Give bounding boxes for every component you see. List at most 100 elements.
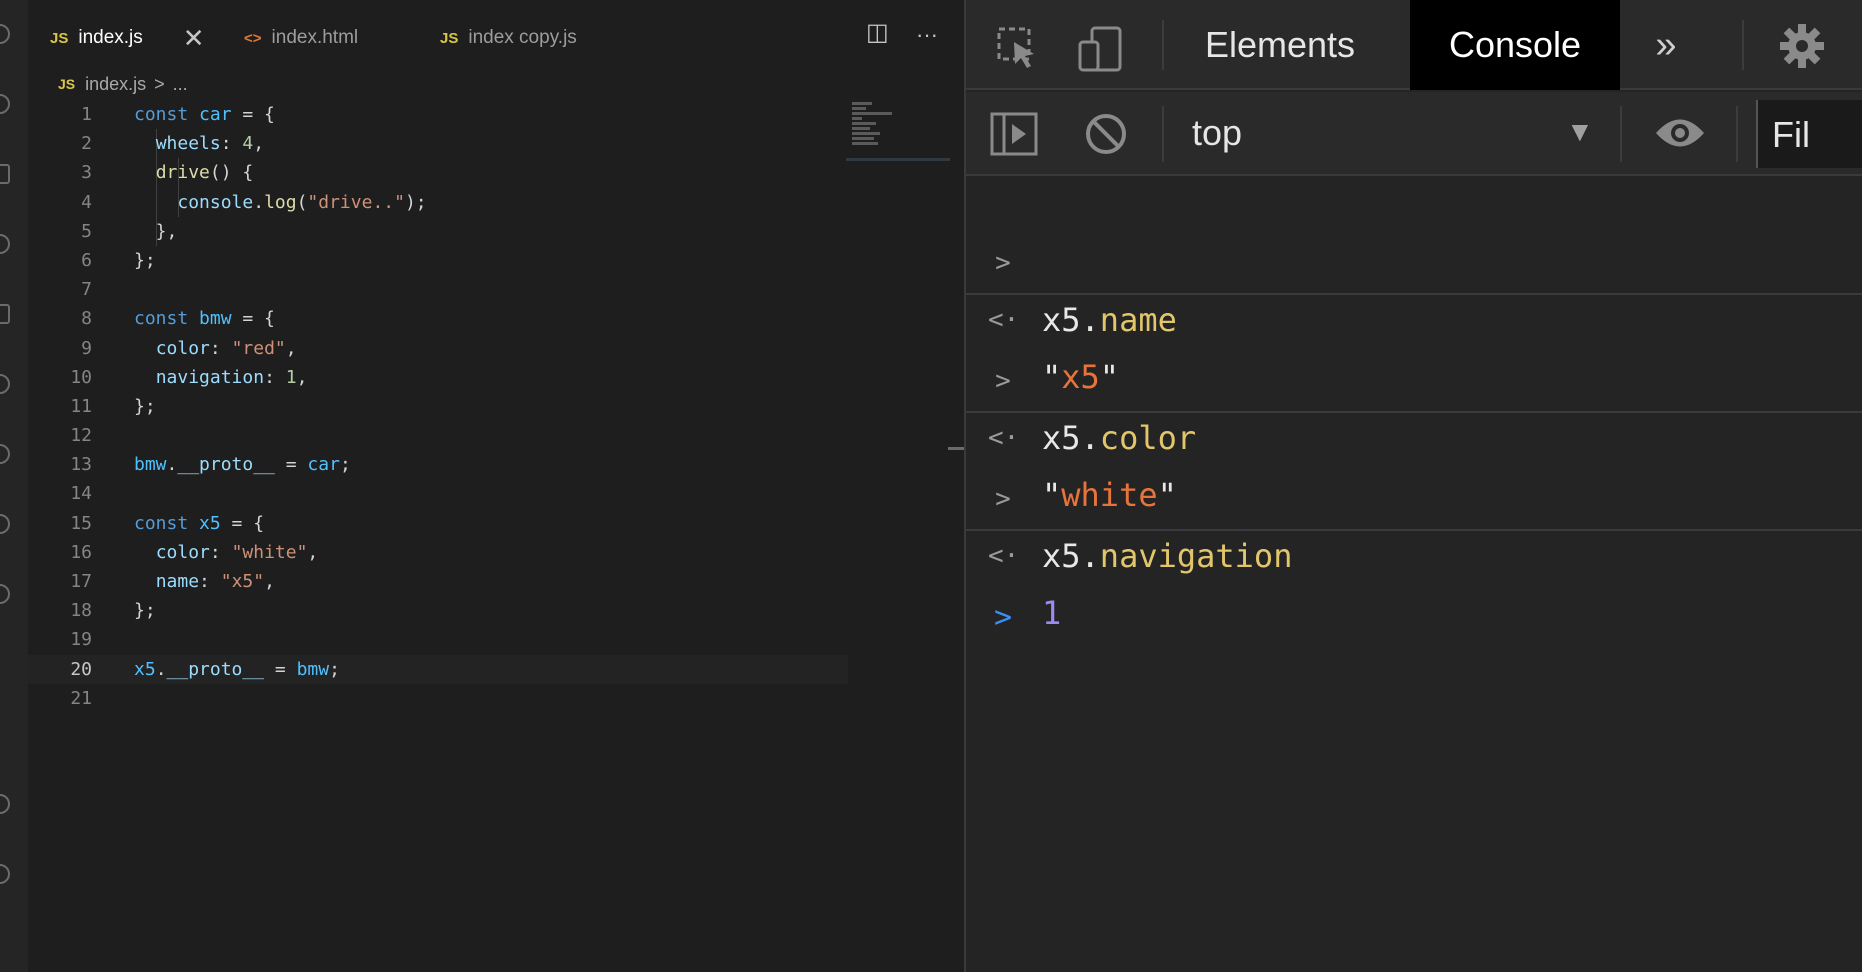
line-number: 19 [70, 629, 92, 651]
line-number: 18 [70, 600, 92, 622]
breadcrumb-separator: > [154, 73, 165, 94]
search-icon[interactable] [0, 94, 10, 114]
tab-console[interactable]: Console [1410, 0, 1620, 90]
manage-gear-icon[interactable] [0, 864, 10, 884]
number: 1 [285, 366, 297, 388]
code-line: 14 [28, 479, 848, 508]
inspect-icon[interactable] [996, 26, 1040, 70]
line-number: 9 [81, 337, 92, 359]
line-number: 11 [70, 395, 92, 417]
punctuation: = { [231, 104, 275, 125]
minimap-slider[interactable] [846, 158, 950, 161]
prompt-chevron-icon: > [993, 600, 1013, 635]
punctuation: () { [209, 162, 254, 184]
code-area[interactable]: 1 const car = { 2 wheels: 4, 3 drive() { … [28, 100, 848, 713]
console-result-line: <· "white" [966, 353, 1862, 514]
code-line: 4 console.log("drive.."); [28, 188, 848, 217]
live-share-icon[interactable] [0, 584, 10, 604]
devtools-panel: Elements Console » top ▼ Fil > x5.name <… [964, 0, 1862, 972]
clear-console-icon[interactable] [1084, 112, 1128, 156]
tab-index-html[interactable]: <> index.html [244, 0, 358, 76]
close-tab-icon[interactable]: ✕ [183, 23, 205, 54]
punctuation: ; [329, 658, 340, 680]
toolbar-separator [1742, 20, 1744, 70]
code-line: 19 [28, 625, 848, 654]
line-number: 2 [81, 133, 92, 155]
html-file-icon: <> [244, 29, 262, 47]
console-result-line: <· 1 [966, 471, 1862, 632]
filter-input[interactable]: Fil [1756, 100, 1862, 168]
breadcrumb-file[interactable]: index.js [85, 74, 146, 95]
code-line: 18}; [28, 596, 848, 625]
testing-icon[interactable] [0, 444, 10, 464]
scrollbar-marker[interactable] [948, 447, 964, 450]
tab-index-js[interactable]: JS index.js ✕ [50, 0, 205, 76]
source-control-icon[interactable] [0, 164, 10, 184]
toolbar-separator [1620, 106, 1622, 162]
punctuation: = { [231, 308, 275, 330]
code-line: 21 [28, 684, 848, 713]
identifier: bmw [134, 454, 167, 476]
remote-icon[interactable] [0, 374, 10, 394]
docker-icon[interactable] [0, 514, 10, 534]
code-line: 1 const car = { [28, 100, 848, 129]
code-line: 13 bmw.__proto__ = car; [28, 450, 848, 479]
punctuation: ; [339, 454, 351, 476]
code-line: 11}; [28, 392, 848, 421]
identifier: bmw [199, 308, 232, 330]
property: name [155, 571, 200, 592]
more-actions-icon[interactable]: ··· [916, 22, 938, 48]
account-icon[interactable] [0, 794, 10, 814]
tab-elements[interactable]: Elements [1180, 0, 1380, 90]
line-number: 16 [70, 541, 92, 563]
string: "white" [231, 541, 308, 563]
punctuation: , [285, 337, 297, 359]
punctuation: : [199, 571, 221, 592]
explorer-icon[interactable] [0, 24, 10, 44]
live-expression-icon[interactable] [1654, 116, 1706, 150]
punctuation: . [253, 191, 265, 213]
punctuation: , [264, 571, 275, 592]
sidebar-toggle-icon[interactable] [990, 112, 1038, 156]
string: "red" [231, 337, 286, 359]
console-output[interactable]: > x5.name <· "x5" > x5.color <· "white" … [966, 178, 1862, 635]
chevron-down-icon[interactable]: ▼ [1566, 116, 1594, 148]
context-selector[interactable]: top [1192, 112, 1242, 154]
code-line-current: 20 x5.__proto__ = bmw; [28, 654, 848, 684]
tab-index-copy-js[interactable]: JS index copy.js [440, 0, 577, 76]
keyword: const [134, 512, 189, 534]
breadcrumb: JS index.js > ... [58, 72, 188, 96]
split-editor-icon[interactable]: ◫ [866, 18, 889, 47]
line-number: 8 [81, 308, 92, 330]
property: __proto__ [177, 454, 275, 476]
code-line: 17 name: "x5", [28, 567, 848, 596]
code-line: 15 const x5 = { [28, 509, 848, 538]
line-number: 7 [81, 279, 92, 301]
line-number: 21 [70, 687, 92, 709]
run-debug-icon[interactable] [0, 234, 10, 254]
devtools-tab-bar: Elements Console » [966, 0, 1862, 90]
punctuation: , [253, 133, 265, 155]
string: "drive.." [307, 191, 405, 213]
minimap[interactable] [846, 100, 946, 164]
string: "x5" [220, 571, 265, 592]
console-input-line: > x5.name [966, 178, 1862, 339]
punctuation: : [220, 133, 243, 155]
device-toolbar-icon[interactable] [1078, 26, 1126, 72]
extensions-icon[interactable] [0, 304, 10, 324]
line-number: 1 [81, 104, 92, 125]
console-prompt[interactable]: > [966, 532, 1862, 635]
more-tabs-icon[interactable]: » [1636, 0, 1696, 90]
punctuation: }; [134, 249, 156, 271]
code-line: 2 wheels: 4, [28, 129, 848, 158]
console-toolbar: top ▼ Fil [966, 92, 1862, 176]
gear-icon[interactable] [1778, 22, 1826, 70]
property: __proto__ [166, 658, 265, 680]
breadcrumb-symbols[interactable]: ... [173, 74, 188, 95]
operator: = [274, 454, 308, 476]
